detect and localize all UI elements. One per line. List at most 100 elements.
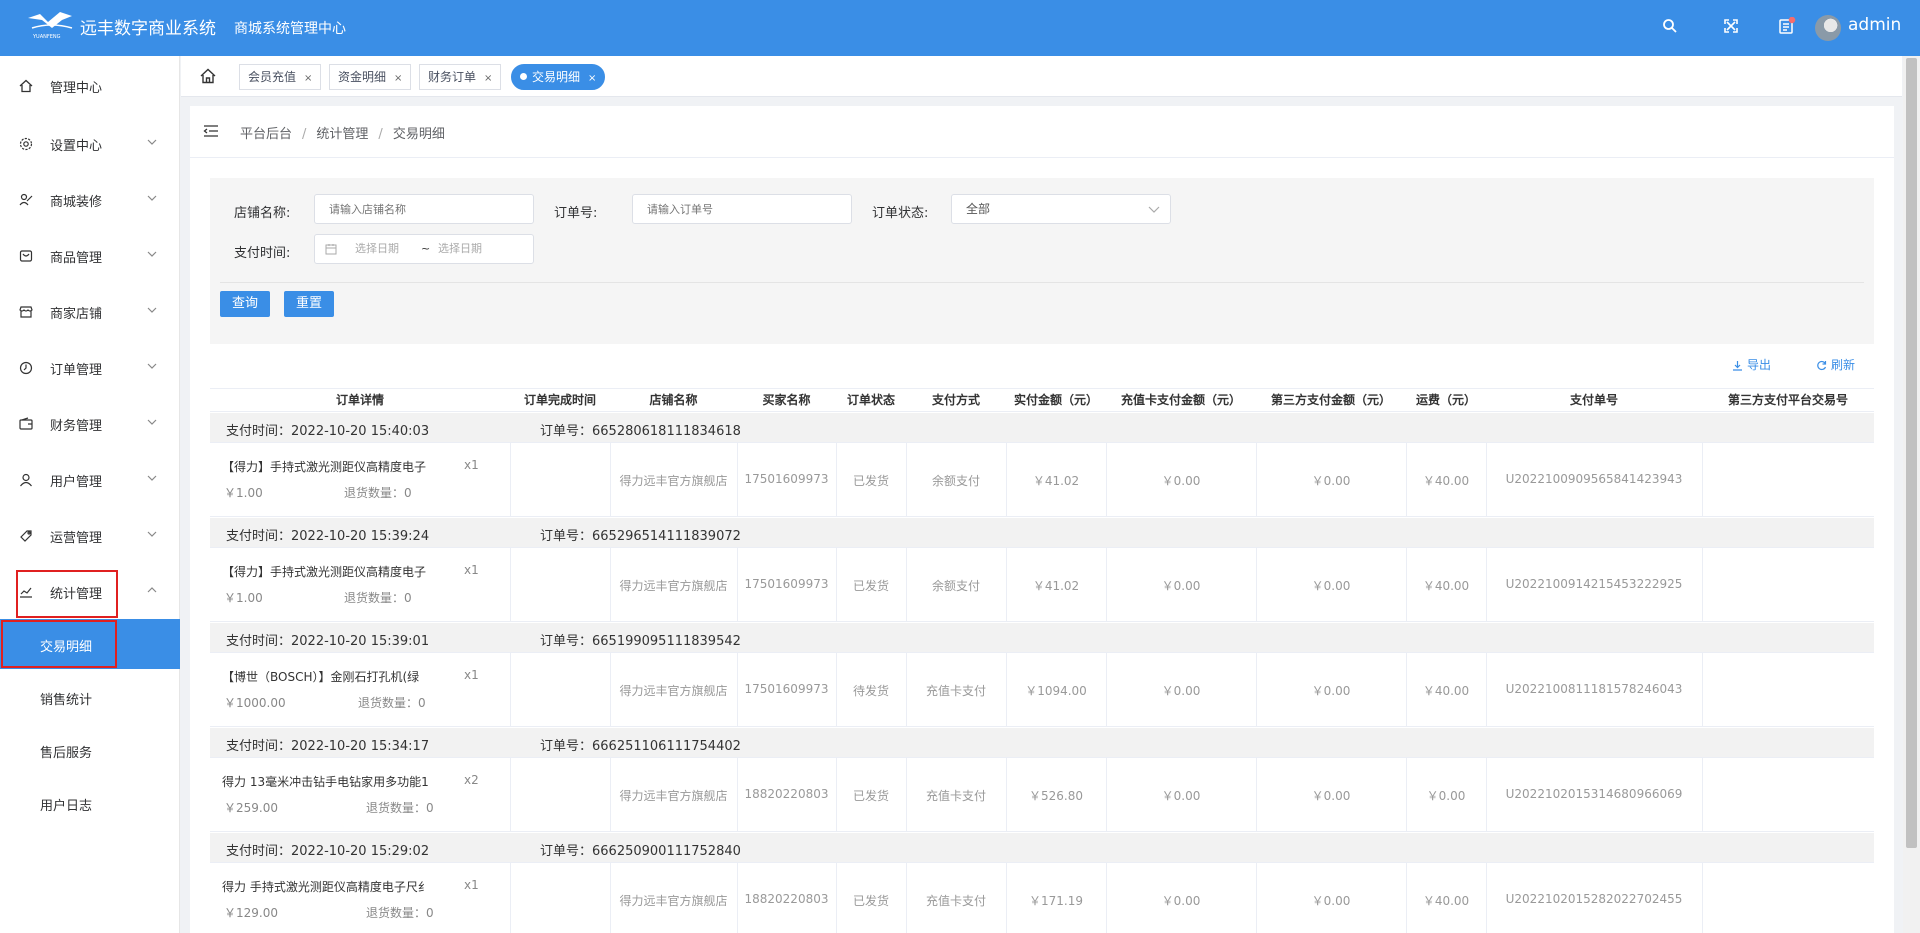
pay-time-value: 2022-10-20 15:40:03 [291, 424, 430, 439]
chevron-down-icon [147, 475, 157, 481]
export-button[interactable]: 导出 [1732, 356, 1771, 373]
close-icon[interactable]: × [484, 73, 492, 84]
cell-card-paid: ￥0.00 [1161, 789, 1201, 803]
sidebar-item-statistics[interactable]: 统计管理 [0, 570, 180, 614]
product-quantity: x1 [464, 458, 479, 472]
close-icon[interactable]: × [588, 73, 596, 84]
cell-freight: ￥40.00 [1422, 579, 1470, 593]
cell-divider [1702, 548, 1703, 622]
tab-label: 交易明细 [532, 70, 581, 84]
sidebar-item-goods[interactable]: 商品管理 [0, 234, 180, 278]
pay-time-text: 支付时间：2022-10-20 15:40:03 [226, 420, 429, 439]
return-quantity: 退货数量：0 [358, 694, 426, 711]
cell-store: 得力远丰官方旗舰店 [619, 894, 728, 908]
order-no-text: 订单号：665280618111834618 [540, 420, 741, 439]
home-icon[interactable] [199, 67, 217, 85]
sidebar-item-operations[interactable]: 运营管理 [0, 514, 180, 558]
table-row[interactable]: 【博世（BOSCH）】金刚石打孔机(绿 x1 ￥1000.00 退货数量：0 得力远丰官… [210, 653, 1874, 727]
product-name[interactable]: 【得力】手持式激光测距仪高精度电子 [222, 563, 462, 580]
cell-divider [510, 758, 511, 832]
cell-divider [1702, 758, 1703, 832]
sidebar-sub-item-label: 售后服务 [40, 746, 93, 761]
sidebar-sub-item-user-log[interactable]: 用户日志 [0, 778, 180, 828]
pay-time-value: 2022-10-20 15:29:02 [291, 844, 430, 859]
sidebar-item-management-center[interactable]: 管理中心 [0, 64, 180, 108]
breadcrumb: 平台后台 / 统计管理 / 交易明细 [240, 127, 445, 142]
search-icon[interactable] [1659, 15, 1681, 37]
tab-fund-details[interactable]: 资金明细 × [329, 64, 412, 90]
column-header: 支付方式 [931, 393, 980, 407]
sidebar-sub-item-label: 交易明细 [40, 640, 93, 655]
cell-paid: ￥526.80 [1029, 789, 1083, 803]
order-no-value: 666251106111754402 [592, 739, 741, 754]
order-status-select[interactable]: 全部 [951, 194, 1171, 224]
pay-time-prefix: 支付时间： [226, 739, 292, 754]
tabs-bar: 会员充值 × 资金明细 × 财务订单 × 交易明细 × [181, 56, 1902, 97]
sidebar-item-settings[interactable]: 设置中心 [0, 122, 180, 166]
product-name[interactable]: 【博世（BOSCH）】金刚石打孔机(绿 [222, 668, 462, 685]
reset-button[interactable]: 重置 [284, 291, 334, 317]
sidebar-item-shops[interactable]: 商家店铺 [0, 290, 180, 334]
shop-icon [19, 306, 33, 318]
table-row[interactable]: 得力 13毫米冲击钻手电钻家用多功能1 x2 ￥259.00 退货数量：0 得力远丰官方… [210, 758, 1874, 832]
order-group-header: 支付时间：2022-10-20 15:29:02 订单号：666250900111… [210, 833, 1874, 863]
table-row[interactable]: 【得力】手持式激光测距仪高精度电子 x1 ￥1.00 退货数量：0 得力远丰官方旗舰店 1… [210, 443, 1874, 517]
tab-member-recharge[interactable]: 会员充值 × [239, 64, 322, 90]
return-prefix: 退货数量： [344, 486, 405, 500]
sidebar-sub-item-sales-stats[interactable]: 销售统计 [0, 672, 180, 722]
cell-paid: ￥1094.00 [1025, 684, 1087, 698]
cell-pay-no: U2022100811181578246043 [1505, 682, 1683, 696]
query-button[interactable]: 查询 [220, 291, 270, 317]
column-header: 订单完成时间 [523, 393, 596, 407]
pay-time-value: 2022-10-20 15:34:17 [291, 739, 430, 754]
order-no-value: 665199095111839542 [592, 634, 741, 649]
fullscreen-icon[interactable] [1720, 15, 1742, 37]
breadcrumb-item[interactable]: 统计管理 [316, 127, 368, 142]
product-quantity: x1 [464, 878, 479, 892]
tab-finance-orders[interactable]: 财务订单 × [419, 64, 502, 90]
chevron-down-icon [147, 531, 157, 537]
message-icon[interactable] [1776, 15, 1798, 37]
order-icon [19, 361, 33, 375]
column-header: 订单状态 [846, 393, 895, 407]
sidebar-item-decoration[interactable]: 商城装修 [0, 178, 180, 222]
avatar[interactable] [1815, 15, 1841, 41]
user-name[interactable]: admin [1848, 15, 1901, 35]
tab-transactions[interactable]: 交易明细 × [511, 64, 606, 90]
date-end-placeholder[interactable]: 选择日期 [438, 235, 482, 263]
product-name[interactable]: 得力 13毫米冲击钻手电钻家用多功能1 [222, 773, 462, 790]
table-row[interactable]: 【得力】手持式激光测距仪高精度电子 x1 ￥1.00 退货数量：0 得力远丰官方旗舰店 1… [210, 548, 1874, 622]
close-icon[interactable]: × [304, 73, 312, 84]
breadcrumb-item[interactable]: 平台后台 [240, 127, 292, 142]
menu-fold-icon[interactable] [202, 122, 220, 140]
system-subtitle: 商城系统管理中心 [234, 21, 346, 37]
product-name[interactable]: 【得力】手持式激光测距仪高精度电子 [222, 458, 462, 475]
pay-date-range-picker[interactable]: 选择日期 ~ 选择日期 [314, 234, 534, 264]
sidebar-item-orders[interactable]: 订单管理 [0, 346, 180, 390]
sidebar-sub-item-transactions[interactable]: 交易明细 [0, 619, 180, 669]
chevron-up-icon [147, 587, 157, 593]
cell-freight: ￥40.00 [1422, 474, 1470, 488]
date-start-placeholder[interactable]: 选择日期 [355, 235, 399, 263]
cell-pay-no: U2022102015282022702455 [1505, 892, 1683, 906]
column-header: 运费（元） [1415, 393, 1476, 407]
sidebar-sub-item-after-sales[interactable]: 售后服务 [0, 725, 180, 775]
return-quantity: 退货数量：0 [344, 589, 412, 606]
table-row[interactable]: 得力 手持式激光测距仪高精度电子尺纟 x1 ￥129.00 退货数量：0 得力远丰官方旗… [210, 863, 1874, 933]
product-name[interactable]: 得力 手持式激光测距仪高精度电子尺纟 [222, 878, 462, 895]
store-name-input[interactable] [314, 194, 534, 224]
cell-status: 已发货 [852, 789, 889, 803]
scrollbar[interactable] [1903, 56, 1920, 933]
scrollbar-thumb[interactable] [1906, 58, 1917, 848]
refresh-button[interactable]: 刷新 [1816, 356, 1855, 373]
sidebar-sub-item-label: 销售统计 [40, 693, 93, 708]
order-no-text: 订单号：666250900111752840 [540, 840, 741, 859]
order-no-input[interactable] [632, 194, 852, 224]
sidebar-item-label: 用户管理 [50, 475, 103, 490]
close-icon[interactable]: × [394, 73, 402, 84]
cell-third-paid: ￥0.00 [1311, 894, 1351, 908]
date-range-separator: ~ [421, 242, 431, 255]
sidebar-item-users[interactable]: 用户管理 [0, 458, 180, 502]
chevron-down-icon [1148, 206, 1160, 213]
sidebar-item-finance[interactable]: 财务管理 [0, 402, 180, 446]
